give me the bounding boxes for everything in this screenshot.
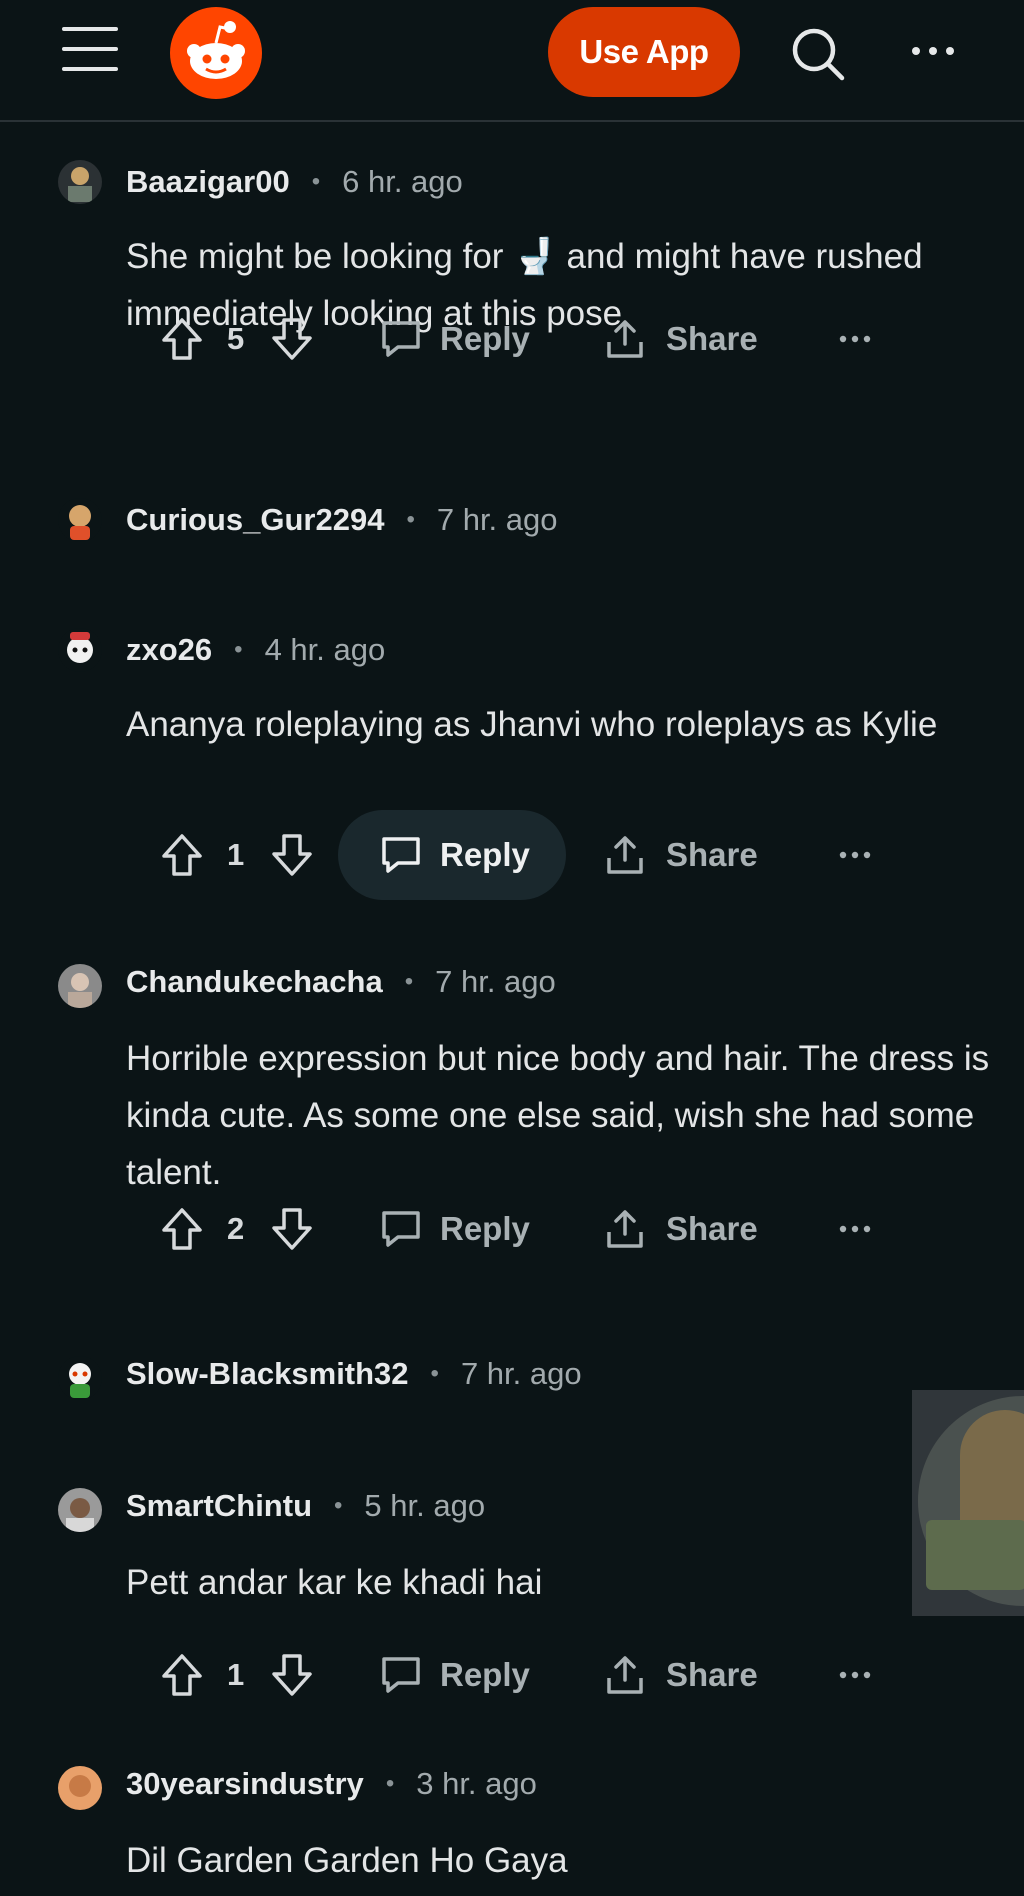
comment-timestamp: 3 hr. ago (416, 1766, 537, 1801)
upvote-icon[interactable] (160, 1206, 204, 1252)
comment-username[interactable]: Slow-Blacksmith32 (126, 1356, 409, 1392)
search-icon[interactable] (788, 24, 848, 84)
comment-username[interactable]: Baazigar00 (126, 164, 290, 200)
share-button[interactable]: Share (604, 1184, 758, 1274)
more-options-icon[interactable] (838, 332, 872, 346)
comment-timestamp: 7 hr. ago (460, 1356, 582, 1391)
comment-username[interactable]: Chandukechacha (126, 964, 383, 1000)
share-button[interactable]: Share (604, 810, 758, 900)
avatar[interactable] (58, 1766, 102, 1810)
share-button[interactable]: Share (604, 294, 758, 384)
comment-bubble-icon (382, 1211, 420, 1247)
reply-label: Reply (440, 320, 530, 357)
vote-count: 2 (227, 1211, 245, 1246)
reply-button[interactable]: Reply (338, 1184, 566, 1274)
use-app-button[interactable]: Use App (548, 7, 740, 97)
share-icon (607, 1656, 643, 1694)
meta-separator: • (334, 1492, 343, 1519)
comment-body: Horrible expression but nice body and ha… (126, 1039, 990, 1192)
reply-button[interactable]: Reply (338, 1630, 566, 1720)
comment-body: Pett andar kar ke khadi hai (126, 1563, 543, 1602)
comment-bubble-icon (382, 837, 420, 873)
upvote-icon[interactable] (160, 1652, 204, 1698)
comment-body: Dil Garden Garden Ho Gaya (126, 1841, 568, 1880)
meta-separator: • (430, 1360, 439, 1387)
share-label: Share (666, 320, 758, 357)
more-options-icon[interactable] (838, 1668, 872, 1682)
downvote-icon[interactable] (270, 316, 314, 362)
reply-label: Reply (440, 1656, 530, 1693)
reply-label: Reply (440, 1210, 530, 1247)
top-app-bar: Use App (0, 0, 1024, 122)
meta-separator: • (385, 1770, 395, 1797)
meta-separator: • (234, 636, 243, 663)
comment-body: Ananya roleplaying as Jhanvi who rolepla… (126, 705, 938, 744)
comment-username[interactable]: zxo26 (126, 632, 212, 668)
meta-separator: • (406, 506, 415, 533)
comment-timestamp: 7 hr. ago (435, 964, 556, 999)
share-label: Share (666, 1210, 758, 1247)
avatar[interactable] (58, 1356, 102, 1400)
floating-media-widget[interactable] (912, 1390, 1024, 1616)
more-options-icon[interactable] (908, 36, 958, 66)
comment-timestamp: 5 hr. ago (364, 1488, 486, 1523)
comment-timestamp: 7 hr. ago (436, 502, 558, 537)
upvote-icon[interactable] (160, 316, 204, 362)
comment-timestamp: 6 hr. ago (342, 164, 463, 199)
meta-separator: • (311, 168, 321, 195)
avatar[interactable] (58, 160, 102, 204)
comment-timestamp: 4 hr. ago (264, 632, 386, 667)
vote-count: 1 (227, 837, 245, 872)
downvote-icon[interactable] (270, 1206, 314, 1252)
reddit-logo[interactable] (170, 7, 262, 99)
comment-username[interactable]: Curious_Gur2294 (126, 502, 384, 538)
upvote-icon[interactable] (160, 832, 204, 878)
more-options-icon[interactable] (838, 1222, 872, 1236)
share-icon (607, 1210, 643, 1248)
menu-icon[interactable] (62, 27, 118, 75)
vote-count: 1 (227, 1657, 245, 1692)
avatar[interactable] (58, 498, 102, 542)
downvote-icon[interactable] (270, 832, 314, 878)
share-button[interactable]: Share (604, 1630, 758, 1720)
comment-username[interactable]: 30yearsindustry (126, 1766, 364, 1802)
comment-bubble-icon (382, 321, 420, 357)
avatar[interactable] (58, 628, 102, 672)
comment-actions: 2 Reply Share (0, 1184, 1024, 1274)
avatar[interactable] (58, 1488, 102, 1532)
comment-actions: 5 Reply Share (0, 294, 1024, 384)
vote-count: 5 (227, 321, 245, 356)
share-icon (607, 320, 643, 358)
reply-button[interactable]: Reply (338, 810, 566, 900)
reply-label: Reply (440, 836, 530, 873)
meta-separator: • (404, 968, 414, 995)
more-options-icon[interactable] (838, 848, 872, 862)
avatar[interactable] (58, 964, 102, 1008)
share-label: Share (666, 836, 758, 873)
comment-bubble-icon (382, 1657, 420, 1693)
downvote-icon[interactable] (270, 1652, 314, 1698)
share-icon (607, 836, 643, 874)
comment-actions: 1 Reply Share (0, 1630, 1024, 1720)
comment-username[interactable]: SmartChintu (126, 1488, 312, 1524)
comment-actions: 1 Reply Share (0, 810, 1024, 900)
reply-button[interactable]: Reply (338, 294, 566, 384)
share-label: Share (666, 1656, 758, 1693)
